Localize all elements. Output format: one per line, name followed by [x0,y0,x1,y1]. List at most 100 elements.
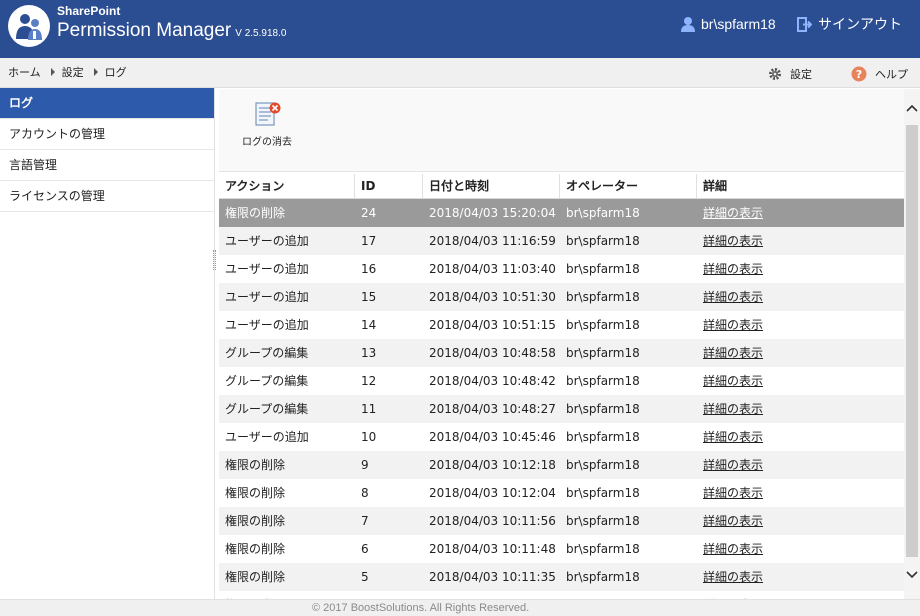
breadcrumb-log[interactable]: ログ [105,64,127,80]
cell-action: 権限の削除 [225,486,286,500]
cell-action: 権限の削除 [225,206,286,220]
column-header-operator[interactable]: オペレーター [560,174,697,198]
cell-datetime: 2018/04/03 10:11:56 [429,514,556,528]
table-row[interactable]: グループの編集 11 2018/04/03 10:48:27 br\spfarm18 詳… [219,395,904,423]
chevron-down-icon[interactable] [906,570,918,580]
view-details-link[interactable]: 詳細の表示 [697,311,904,339]
view-details-link[interactable]: 詳細の表示 [697,423,904,451]
view-details-link[interactable]: 詳細の表示 [697,563,904,591]
signout-button[interactable]: サインアウト [797,14,902,34]
table-row[interactable]: グループの編集 12 2018/04/03 10:48:42 br\spfarm18 詳… [219,367,904,395]
column-header-action[interactable]: アクション [219,174,355,198]
pane-splitter[interactable] [213,250,216,270]
view-details-link-text[interactable]: 詳細の表示 [703,514,763,528]
cell-datetime: 2018/04/03 15:20:04 [429,206,556,220]
help-label: ヘルプ [875,68,908,81]
table-row[interactable]: ユーザーの追加 15 2018/04/03 10:51:30 br\spfarm18 詳… [219,283,904,311]
view-details-link[interactable]: 詳細の表示 [697,227,904,255]
scrollbar-thumb[interactable] [906,125,918,557]
view-details-link-text[interactable]: 詳細の表示 [703,430,763,444]
cell-id: 10 [361,430,377,444]
table-row[interactable]: 権限の削除 5 2018/04/03 10:11:35 br\spfarm18 詳細の表… [219,563,904,591]
cell-action: グループの編集 [225,346,309,360]
table-row[interactable]: 権限の削除 7 2018/04/03 10:11:56 br\spfarm18 詳細の表… [219,507,904,535]
view-details-link[interactable]: 詳細の表示 [697,507,904,535]
cell-operator: br\spfarm18 [566,234,640,248]
table-row[interactable]: ユーザーの追加 16 2018/04/03 11:03:40 br\spfarm18 詳… [219,255,904,283]
log-table: アクション ID 日付と時刻 オペレーター 詳細 権限の削除 24 2018/04/… [219,174,904,599]
view-details-link[interactable]: 詳細の表示 [697,283,904,311]
cell-operator: br\spfarm18 [566,486,640,500]
sidebar-item-account-management[interactable]: アカウントの管理 [0,119,214,150]
cell-action: ユーザーの追加 [225,290,309,304]
signout-label: サインアウト [818,17,902,33]
cell-id: 6 [361,542,369,556]
cell-id: 7 [361,514,369,528]
view-details-link-text[interactable]: 詳細の表示 [703,262,763,276]
cell-operator: br\spfarm18 [566,206,640,220]
view-details-link-text[interactable]: 詳細の表示 [703,542,763,556]
column-header-datetime[interactable]: 日付と時刻 [423,174,560,198]
view-details-link[interactable]: 詳細の表示 [697,199,904,227]
cell-operator: br\spfarm18 [566,346,640,360]
view-details-link-text[interactable]: 詳細の表示 [703,374,763,388]
app-logo [8,5,50,47]
chevron-right-icon [93,68,98,76]
view-details-link[interactable]: 詳細の表示 [697,451,904,479]
help-icon: ? [851,66,867,82]
table-row[interactable]: 権限の削除 6 2018/04/03 10:11:48 br\spfarm18 詳細の表… [219,535,904,563]
cell-operator: br\spfarm18 [566,262,640,276]
cell-datetime: 2018/04/03 10:51:15 [429,318,556,332]
brand-sharepoint: SharePoint [57,4,121,18]
view-details-link-text[interactable]: 詳細の表示 [703,206,763,220]
cell-operator: br\spfarm18 [566,458,640,472]
view-details-link-text[interactable]: 詳細の表示 [703,402,763,416]
chevron-up-icon[interactable] [906,103,918,113]
view-details-link[interactable]: 詳細の表示 [697,339,904,367]
table-row[interactable]: ユーザーの追加 14 2018/04/03 10:51:15 br\spfarm18 詳… [219,311,904,339]
column-header-id[interactable]: ID [355,174,423,198]
cell-operator: br\spfarm18 [566,430,640,444]
view-details-link[interactable]: 詳細の表示 [697,367,904,395]
table-row[interactable]: 権限の削除 24 2018/04/03 15:20:04 br\spfarm18 詳細の… [219,199,904,227]
table-row[interactable]: 権限の削除 8 2018/04/03 10:12:04 br\spfarm18 詳細の表… [219,479,904,507]
sidebar: ログ アカウントの管理 言語管理 ライセンスの管理 [0,88,215,599]
table-row[interactable]: ユーザーの追加 17 2018/04/03 11:16:59 br\spfarm18 詳… [219,227,904,255]
clear-log-icon [255,102,281,126]
cell-action: ユーザーの追加 [225,234,309,248]
sidebar-item-log[interactable]: ログ [0,88,214,119]
view-details-link-text[interactable]: 詳細の表示 [703,234,763,248]
view-details-link[interactable]: 詳細の表示 [697,479,904,507]
view-details-link[interactable]: 詳細の表示 [697,535,904,563]
sidebar-item-language-management[interactable]: 言語管理 [0,150,214,181]
table-row[interactable]: グループの編集 13 2018/04/03 10:48:58 br\spfarm18 詳… [219,339,904,367]
table-row[interactable]: 権限の変更32018/04/03 10:11:20br\spfarm18詳細の表… [219,591,904,599]
view-details-link-text[interactable]: 詳細の表示 [703,486,763,500]
breadcrumb: ホーム 設定 ログ [8,64,127,80]
clear-log-button[interactable]: ログの消去 [236,101,298,148]
vertical-scrollbar[interactable] [904,89,920,599]
view-details-link[interactable]: 詳細の表示 [697,395,904,423]
table-row[interactable]: ユーザーの追加 10 2018/04/03 10:45:46 br\spfarm18 詳… [219,423,904,451]
view-details-link-text[interactable]: 詳細の表示 [703,290,763,304]
help-button[interactable]: ? ヘルプ [851,66,908,82]
current-user-name: br\spfarm18 [701,16,776,32]
view-details-link-text[interactable]: 詳細の表示 [703,570,763,584]
settings-button[interactable]: 設定 [768,66,812,82]
breadcrumb-settings[interactable]: 設定 [62,64,84,80]
breadcrumb-home[interactable]: ホーム [8,64,41,80]
view-details-link[interactable]: 詳細の表示 [697,255,904,283]
view-details-link-text[interactable]: 詳細の表示 [703,458,763,472]
cell-id: 15 [361,290,377,304]
cell-action: ユーザーの追加 [225,430,309,444]
clear-log-label: ログの消去 [242,137,292,148]
cell-action: グループの編集 [225,402,309,416]
svg-text:?: ? [856,68,862,81]
table-header: アクション ID 日付と時刻 オペレーター 詳細 [219,174,904,199]
table-row[interactable]: 権限の削除 9 2018/04/03 10:12:18 br\spfarm18 詳細の表… [219,451,904,479]
sidebar-item-license-management[interactable]: ライセンスの管理 [0,181,214,212]
view-details-link-text[interactable]: 詳細の表示 [703,318,763,332]
view-details-link[interactable]: 詳細の表示 [697,591,904,599]
view-details-link-text[interactable]: 詳細の表示 [703,346,763,360]
column-header-detail[interactable]: 詳細 [697,174,904,198]
